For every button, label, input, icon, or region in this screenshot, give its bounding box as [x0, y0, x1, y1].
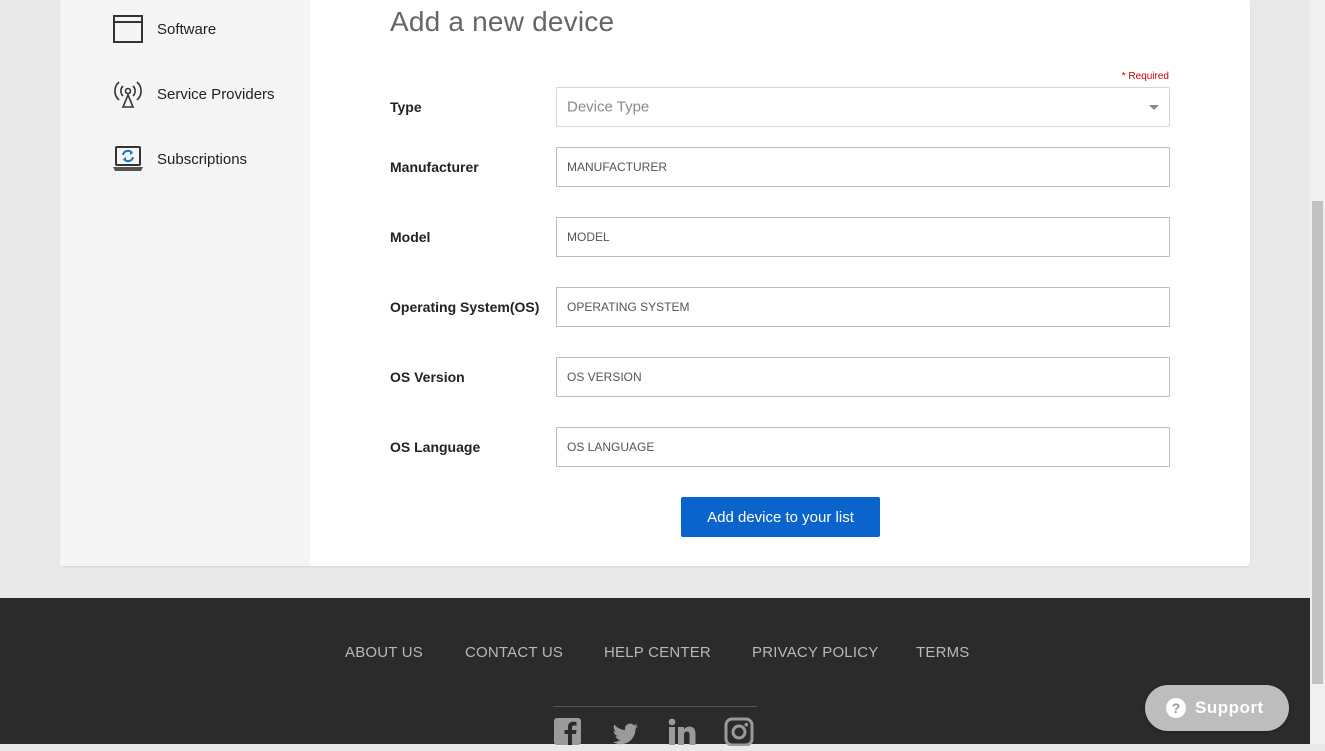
- type-label: Type: [390, 99, 422, 115]
- type-row: Type Device Type: [390, 87, 1170, 127]
- manufacturer-label: Manufacturer: [390, 159, 479, 175]
- antenna-icon: [112, 78, 144, 110]
- os-field-box: [556, 287, 1170, 327]
- os-row: Operating System(OS): [390, 287, 1170, 327]
- footer-link-privacy-policy[interactable]: PRIVACY POLICY: [752, 644, 878, 661]
- manufacturer-input[interactable]: [557, 148, 1167, 186]
- device-type-select[interactable]: Device Type: [556, 87, 1170, 127]
- support-label: Support: [1195, 698, 1264, 717]
- page-title: Add a new device: [390, 6, 615, 37]
- instagram-icon[interactable]: [724, 716, 754, 747]
- device-type-placeholder: Device Type: [567, 98, 650, 116]
- scrollbar-thumb[interactable]: [1312, 201, 1323, 684]
- linkedin-icon[interactable]: [667, 716, 697, 746]
- footer-link-terms[interactable]: TERMS: [916, 644, 970, 661]
- twitter-icon[interactable]: [610, 716, 640, 746]
- add-device-button[interactable]: Add device to your list: [681, 497, 880, 537]
- manufacturer-row: Manufacturer: [390, 147, 1170, 187]
- os-language-input[interactable]: [557, 428, 1167, 466]
- footer-link-help-center[interactable]: HELP CENTER: [604, 644, 711, 661]
- support-button[interactable]: ? Support: [1145, 685, 1289, 731]
- model-label: Model: [390, 229, 431, 245]
- os-language-field-box: [556, 427, 1170, 467]
- facebook-icon[interactable]: [553, 716, 583, 746]
- window-icon: [112, 13, 144, 45]
- footer-link-about-us[interactable]: ABOUT US: [345, 644, 423, 661]
- laptop-sync-icon: [112, 143, 144, 175]
- sidebar-item-subscriptions[interactable]: Subscriptions: [112, 142, 247, 176]
- os-label: Operating System(OS): [390, 299, 540, 315]
- sidebar: Software Service Providers Subscriptions: [60, 0, 310, 566]
- chevron-down-icon: [1149, 105, 1159, 110]
- required-note: * Required: [1121, 71, 1169, 82]
- os-language-row: OS Language: [390, 427, 1170, 467]
- os-version-label: OS Version: [390, 369, 465, 385]
- help-icon: ?: [1166, 698, 1186, 718]
- footer-link-contact-us[interactable]: CONTACT US: [465, 644, 563, 661]
- footer-divider: [553, 706, 757, 707]
- model-input[interactable]: [557, 218, 1167, 256]
- os-version-row: OS Version: [390, 357, 1170, 397]
- sidebar-item-label: Subscriptions: [157, 150, 248, 168]
- os-version-input[interactable]: [557, 358, 1167, 396]
- model-field-box: [556, 217, 1170, 257]
- main-card: Software Service Providers Subscriptions…: [60, 0, 1250, 566]
- footer: ABOUT US CONTACT US HELP CENTER PRIVACY …: [0, 598, 1310, 747]
- sidebar-item-service-providers[interactable]: Service Providers: [112, 77, 275, 111]
- os-language-label: OS Language: [390, 439, 481, 455]
- sidebar-item-label: Software: [157, 20, 217, 38]
- sidebar-item-label: Service Providers: [157, 85, 275, 103]
- os-version-field-box: [556, 357, 1170, 397]
- manufacturer-field-box: [556, 147, 1170, 187]
- add-device-form: Add a new device * Required Type Device …: [390, 0, 1180, 566]
- model-row: Model: [390, 217, 1170, 257]
- footer-links: ABOUT US CONTACT US HELP CENTER PRIVACY …: [0, 644, 1310, 664]
- operating-system-input[interactable]: [557, 288, 1167, 326]
- page-scrollbar[interactable]: [1310, 0, 1325, 744]
- sidebar-item-software[interactable]: Software: [112, 12, 216, 46]
